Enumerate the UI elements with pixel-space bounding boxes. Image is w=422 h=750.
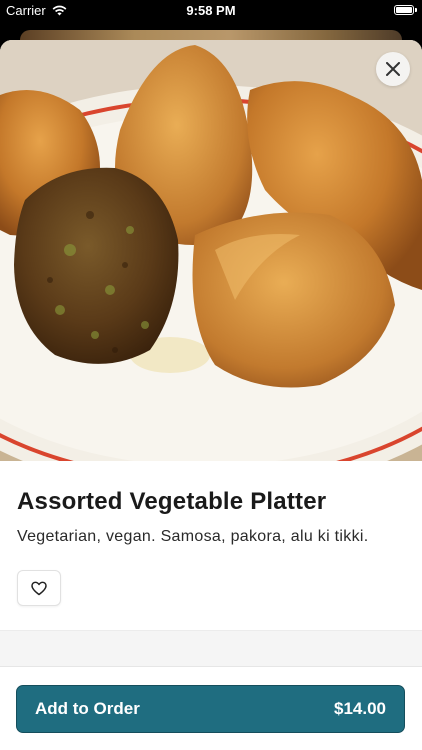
heart-icon (31, 581, 47, 595)
close-icon (386, 62, 400, 76)
bottom-action-bar: Add to Order $14.00 (0, 666, 422, 750)
battery-icon (394, 5, 417, 15)
status-bar: Carrier 9:58 PM (0, 0, 422, 22)
food-platter-illustration (0, 40, 422, 461)
add-to-order-button[interactable]: Add to Order $14.00 (16, 685, 405, 733)
item-description: Vegetarian, vegan. Samosa, pakora, alu k… (17, 528, 369, 545)
close-button[interactable] (376, 52, 410, 86)
order-price: $14.00 (334, 699, 386, 718)
status-time: 9:58 PM (186, 3, 236, 18)
section-divider (0, 630, 422, 667)
add-to-order-label: Add to Order (35, 699, 140, 718)
item-photo (0, 40, 422, 461)
item-detail-sheet: Assorted Vegetable Platter Vegetarian, v… (0, 40, 422, 750)
favorite-button[interactable] (17, 570, 61, 606)
item-title: Assorted Vegetable Platter (17, 488, 327, 515)
item-info: Assorted Vegetable Platter Vegetarian, v… (17, 488, 405, 546)
